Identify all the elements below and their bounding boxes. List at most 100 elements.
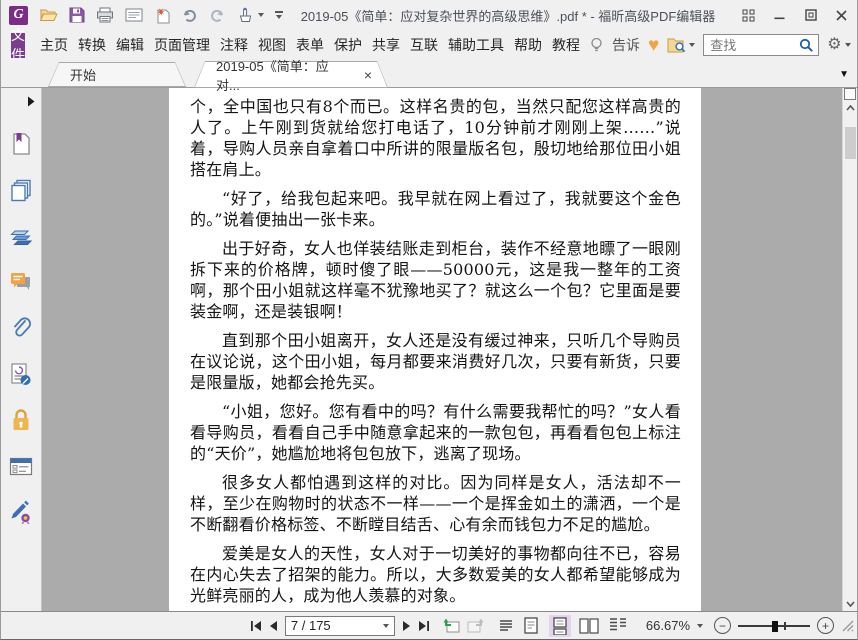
view-facing-button[interactable] xyxy=(578,615,600,637)
previous-page-button[interactable] xyxy=(269,616,278,636)
document-tab-bar: 开始 2019-05《简单：应对... × ▼ xyxy=(1,59,857,93)
attachments-panel-button[interactable] xyxy=(8,315,34,341)
zoom-dropdown-caret-icon[interactable] xyxy=(697,623,703,628)
feedback-heart-icon[interactable]: ♥ xyxy=(648,36,659,55)
next-view-button[interactable] xyxy=(467,616,484,636)
navigation-sidebar xyxy=(1,88,42,611)
folder-search-caret-icon xyxy=(689,43,696,47)
esign-panel-button[interactable] xyxy=(8,361,34,387)
zoom-slider-thumb[interactable] xyxy=(772,620,778,632)
menu-tutorial[interactable]: 教程 xyxy=(551,33,581,57)
page-dropdown-caret-icon[interactable] xyxy=(382,623,389,628)
paragraph: “小姐，您好。您有看中的吗？有什么需要我帮忙的吗？”女人看看导购员，看看自己手中… xyxy=(190,402,681,463)
menu-convert[interactable]: 转换 xyxy=(77,33,107,57)
last-page-icon xyxy=(418,620,429,631)
close-icon xyxy=(836,9,847,21)
previous-page-icon xyxy=(269,620,277,631)
last-page-button[interactable] xyxy=(418,616,430,636)
menu-accessibility[interactable]: 辅助工具 xyxy=(447,33,505,57)
vertical-scrollbar[interactable] xyxy=(842,88,857,611)
menu-organize[interactable]: 页面管理 xyxy=(153,33,211,57)
save-button[interactable] xyxy=(69,5,85,25)
search-box[interactable] xyxy=(703,34,820,56)
zoom-in-button[interactable]: + xyxy=(817,617,834,634)
menu-comment[interactable]: 注释 xyxy=(219,33,249,57)
customize-toolbar-button[interactable] xyxy=(275,5,283,25)
form-fields-panel-button[interactable] xyxy=(8,453,34,479)
next-page-icon xyxy=(402,620,410,631)
expand-panel-icon[interactable] xyxy=(27,96,35,107)
next-page-button[interactable] xyxy=(402,616,411,636)
menu-bar: 文件 主页 转换 编辑 页面管理 注释 视图 表单 保护 共享 互联 辅助工具 … xyxy=(1,27,857,63)
view-continuous-facing-button[interactable] xyxy=(607,615,629,637)
view-continuous-button[interactable] xyxy=(548,614,571,637)
quick-access-toolbar: G xyxy=(9,5,283,25)
scrollbar-thumb[interactable] xyxy=(844,127,856,159)
arrange-windows-button[interactable] xyxy=(733,0,764,30)
zoom-slider-tick xyxy=(784,621,786,630)
tab-shape xyxy=(48,62,186,87)
previous-view-button[interactable] xyxy=(443,616,460,636)
menu-connect[interactable]: 互联 xyxy=(409,33,439,57)
folder-search-button[interactable] xyxy=(667,37,696,53)
redo-icon xyxy=(211,9,223,22)
zoom-level-label[interactable]: 66.67% xyxy=(646,618,690,633)
first-page-button[interactable] xyxy=(250,616,262,636)
menu-edit[interactable]: 编辑 xyxy=(115,33,145,57)
redo-button[interactable] xyxy=(209,5,226,25)
previous-view-icon xyxy=(443,618,460,633)
tab-start[interactable]: 开始 xyxy=(48,62,186,87)
form-fields-icon xyxy=(9,457,33,475)
menu-file[interactable]: 文件 xyxy=(11,27,25,63)
layers-panel-button[interactable] xyxy=(8,223,34,249)
menu-home[interactable]: 主页 xyxy=(39,33,69,57)
facing-pages-icon xyxy=(579,617,599,634)
email-icon xyxy=(125,8,143,22)
email-button[interactable] xyxy=(125,5,143,25)
folder-search-icon xyxy=(667,38,686,53)
reading-mode-button[interactable] xyxy=(499,616,513,636)
save-icon xyxy=(69,7,85,23)
security-panel-button[interactable] xyxy=(8,407,34,433)
settings-button[interactable]: ⚙ xyxy=(827,37,851,53)
scroll-up-icon[interactable] xyxy=(845,105,855,111)
zoom-slider[interactable] xyxy=(738,619,810,633)
pdf-page: 个，全中国也只有8个而已。这样名贵的包，当然只配您这样高贵的人了。上午刚到货就给… xyxy=(169,88,701,611)
document-canvas: 个，全中国也只有8个而已。这样名贵的包，当然只配您这样高贵的人了。上午刚到货就给… xyxy=(42,88,842,611)
menu-view[interactable]: 视图 xyxy=(257,33,287,57)
menu-protect[interactable]: 保护 xyxy=(333,33,363,57)
lightbulb-icon[interactable] xyxy=(589,37,604,54)
tab-document-label: 2019-05《简单：应对... xyxy=(216,58,329,93)
bookmarks-panel-button[interactable] xyxy=(8,131,34,157)
search-icon[interactable] xyxy=(799,38,814,53)
scrollbar-split-handle[interactable] xyxy=(844,88,856,100)
minimize-button[interactable] xyxy=(764,0,795,30)
resize-grip-icon[interactable] xyxy=(841,619,854,632)
create-pdf-button[interactable] xyxy=(154,5,170,25)
print-button[interactable] xyxy=(96,5,114,25)
tab-close-icon[interactable]: × xyxy=(364,68,372,82)
restore-button[interactable] xyxy=(795,0,826,30)
scroll-down-icon[interactable] xyxy=(845,601,855,607)
menu-form[interactable]: 表单 xyxy=(295,33,325,57)
new-document-star-icon xyxy=(157,7,170,23)
pages-panel-button[interactable] xyxy=(8,177,34,203)
print-icon xyxy=(97,7,113,23)
collapse-toolbar-button[interactable]: ▼ xyxy=(839,70,849,80)
tab-document[interactable]: 2019-05《简单：应对... × xyxy=(194,59,388,93)
view-single-page-button[interactable] xyxy=(520,615,542,637)
digital-signature-panel-button[interactable] xyxy=(8,499,34,525)
zoom-out-button[interactable]: − xyxy=(714,617,731,634)
search-input[interactable] xyxy=(710,37,800,53)
open-file-button[interactable] xyxy=(39,5,58,25)
menu-share[interactable]: 共享 xyxy=(371,33,401,57)
undo-button[interactable] xyxy=(181,5,198,25)
comments-panel-button[interactable] xyxy=(8,269,34,295)
tell-me-label[interactable]: 告诉 xyxy=(612,35,640,55)
page-number-input[interactable]: 7 / 175 xyxy=(284,615,395,636)
close-button[interactable] xyxy=(826,0,857,30)
paragraph: 直到那个田小姐离开，女人还是没有缓过神来，只听几个导购员在议论说，这个田小姐，每… xyxy=(190,331,681,392)
arrange-windows-icon xyxy=(742,9,755,21)
hand-select-tool-button[interactable] xyxy=(237,5,264,25)
menu-help[interactable]: 帮助 xyxy=(513,33,543,57)
